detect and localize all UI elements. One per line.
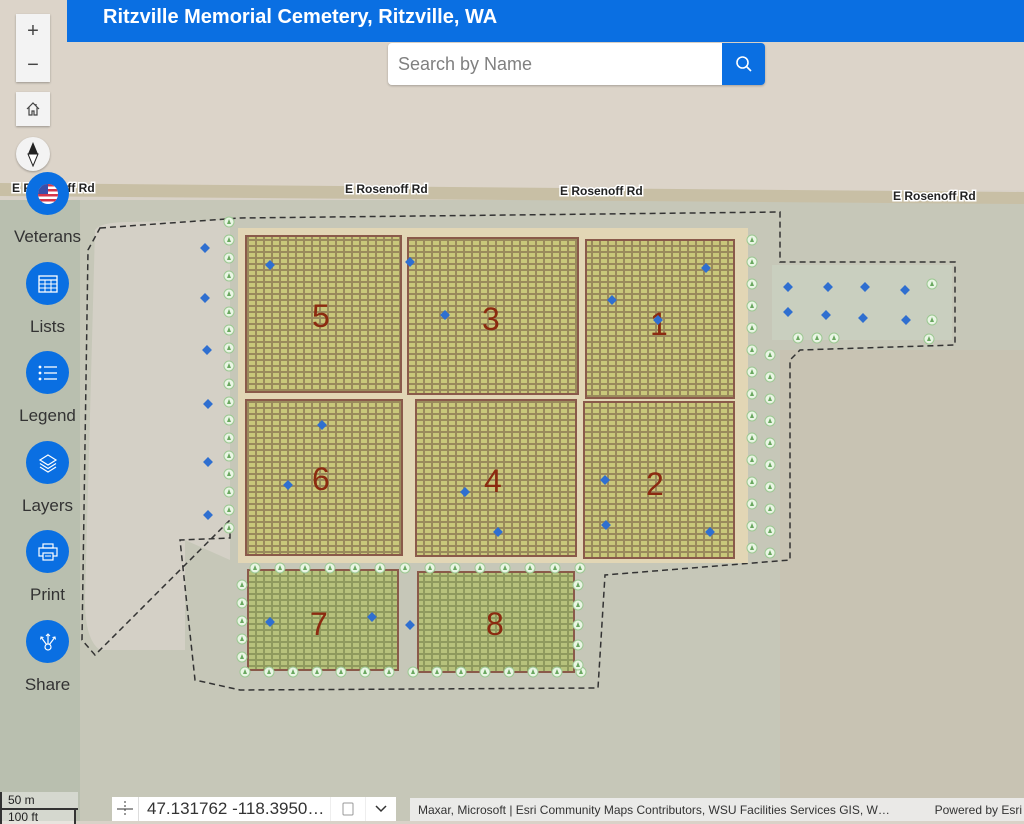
layers-button[interactable]: Layers [0,441,95,516]
coordinate-format-dropdown[interactable] [365,797,396,821]
attribution-text[interactable]: Maxar, Microsoft | Esri Community Maps C… [418,803,890,817]
scale-imperial: 100 ft [0,810,76,824]
share-label: Share [24,675,71,694]
legend-button[interactable]: Legend [0,351,95,426]
road-label: E Rosenoff Rd [893,189,976,203]
copy-button[interactable] [330,797,365,821]
section-label-5: 5 [312,298,330,334]
scale-bar: 50 m 100 ft [0,792,80,824]
search-box [388,43,765,85]
layers-label: Layers [21,496,74,515]
home-button[interactable] [16,92,50,126]
east-garden [772,265,952,340]
section-label-6: 6 [312,461,330,497]
lists-label: Lists [30,317,65,336]
search-input[interactable] [388,43,722,85]
zoom-controls: + − [16,14,50,82]
coordinates-readout: 47.131762 -118.3950… [147,799,325,818]
section-label-2: 2 [646,466,664,502]
zoom-in-button[interactable]: + [16,14,50,48]
legend-label: Legend [19,406,76,425]
road-label: E Rosenoff Rd [560,184,643,198]
search-icon [735,56,752,72]
search-button[interactable] [722,43,765,85]
terrain-east [780,350,1024,821]
road-label: E Rosenoff Rd [345,182,428,196]
share-icon [39,632,56,651]
basemap: 12345678 E Rosenoff Rd E Rosenoff Rd E R… [0,0,1024,821]
printer-icon [37,542,58,561]
layers-icon [38,453,57,473]
table-icon [37,274,58,293]
list-icon [38,365,57,380]
section-label-4: 4 [484,463,502,499]
lists-button[interactable]: Lists [0,262,95,337]
chevron-down-icon [375,805,387,813]
crosshair-button[interactable] [112,797,139,821]
app-title: Ritzville Memorial Cemetery, Ritzville, … [103,6,498,28]
powered-by-esri-link[interactable]: Powered by Esri [935,803,1024,817]
home-icon [26,102,40,116]
section-label-8: 8 [486,606,504,642]
crosshair-icon [117,801,133,817]
veterans-button[interactable]: Veterans [0,172,95,247]
copy-icon [342,802,354,816]
app-title-bar: Ritzville Memorial Cemetery, Ritzville, … [67,0,1024,42]
share-button[interactable]: Share [0,620,95,695]
print-button[interactable]: Print [0,530,95,605]
section-label-7: 7 [310,606,328,642]
map-view[interactable]: 12345678 E Rosenoff Rd E Rosenoff Rd E R… [0,0,1024,821]
zoom-out-button[interactable]: − [16,48,50,82]
compass-icon [27,142,39,167]
section-label-3: 3 [482,301,500,337]
compass-button[interactable] [16,137,50,171]
print-label: Print [30,585,65,604]
us-flag-icon [37,183,58,204]
scale-metric: 50 m [0,792,78,810]
attribution-bar: Maxar, Microsoft | Esri Community Maps C… [410,798,1024,821]
coordinate-widget: 47.131762 -118.3950… [112,797,397,821]
veterans-label: Veterans [13,227,82,246]
